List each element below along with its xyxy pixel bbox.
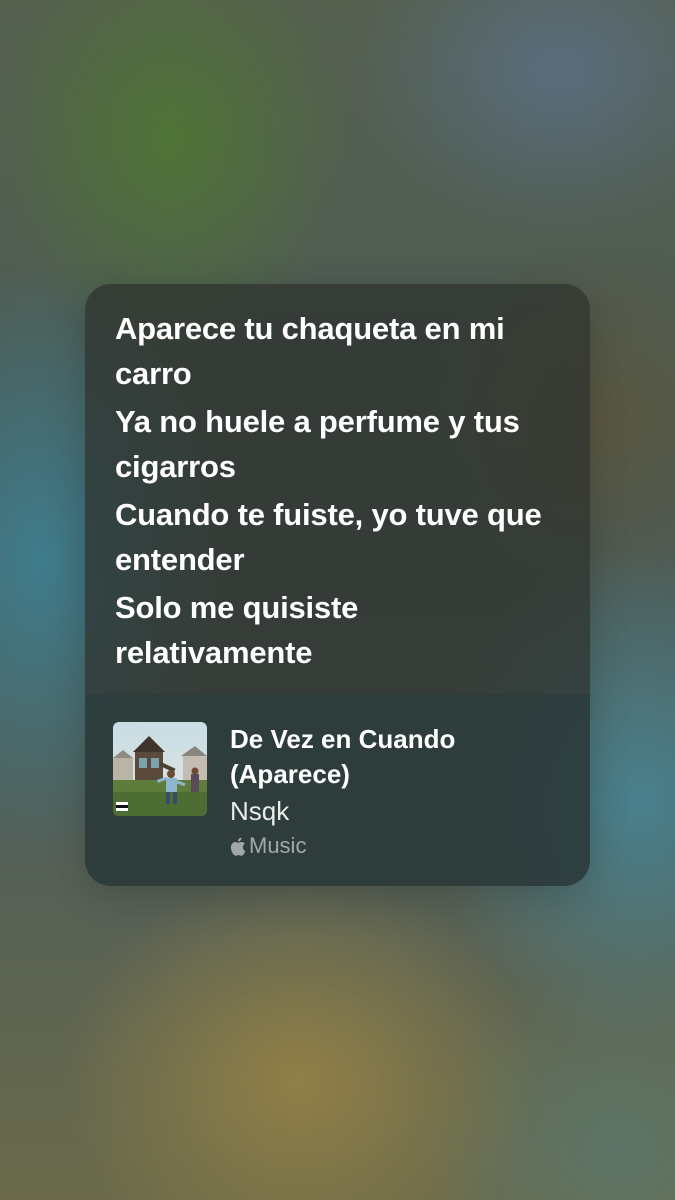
song-title: De Vez en Cuando (Aparece): [230, 724, 456, 789]
apple-music-badge: Music: [230, 831, 570, 861]
artist-name: Nsqk: [230, 796, 290, 826]
lyric-line: Ya no huele a perfume y tus cigarros: [115, 404, 520, 484]
lyric-line: Solo me quisiste relativamente: [115, 590, 359, 670]
service-label: Music: [249, 833, 307, 858]
lyric-line: Aparece tu chaqueta en mi carro: [115, 311, 505, 391]
lyric-line: Cuando te fuiste, yo tuve que entender: [115, 497, 542, 577]
lyrics-share-card[interactable]: Aparece tu chaqueta en mi carro Ya no hu…: [85, 284, 590, 886]
track-info[interactable]: De Vez en Cuando (Aparece) Nsqk Music: [85, 694, 590, 886]
lyrics-section: Aparece tu chaqueta en mi carro Ya no hu…: [85, 284, 590, 694]
track-meta: De Vez en Cuando (Aparece) Nsqk Music: [230, 722, 570, 861]
apple-icon: [230, 836, 249, 857]
album-artwork[interactable]: [113, 722, 207, 816]
